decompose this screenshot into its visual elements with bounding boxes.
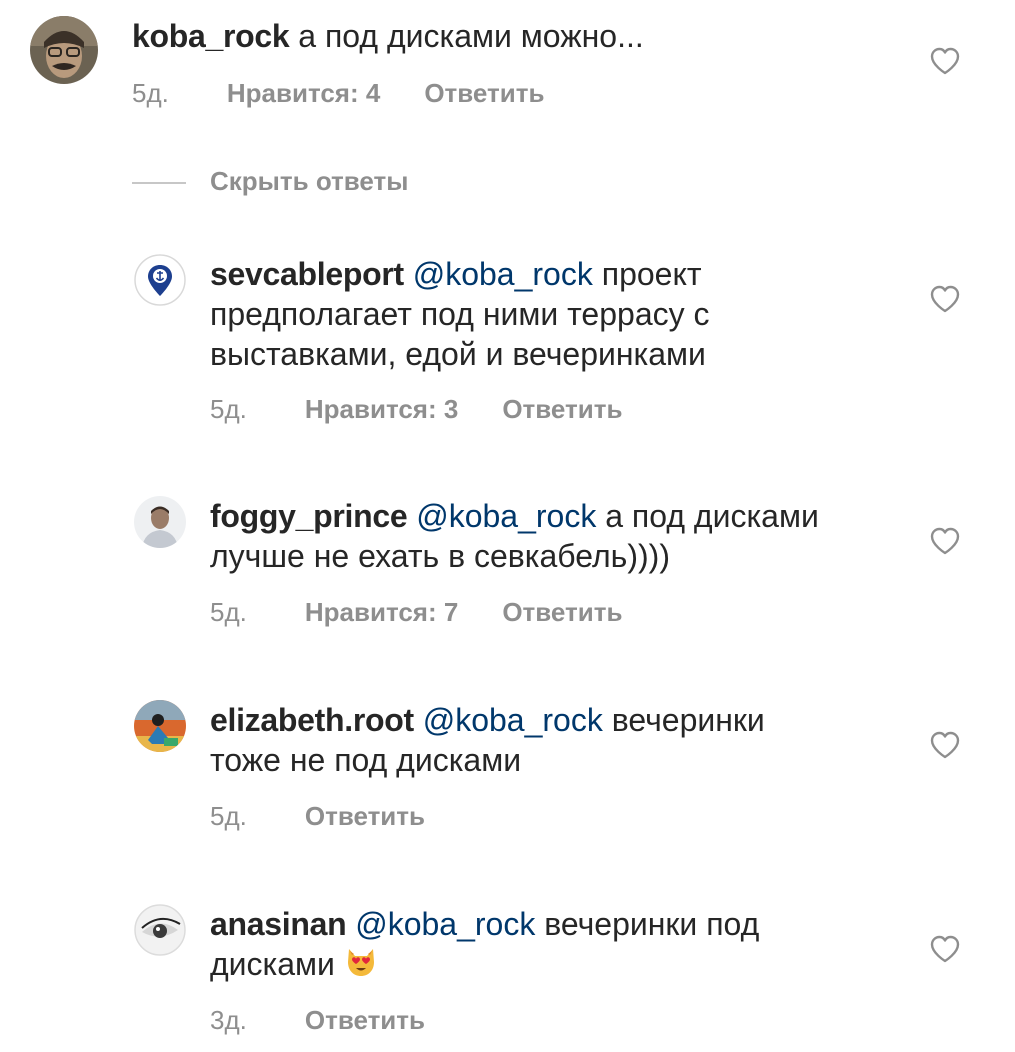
person-avatar-icon — [134, 700, 186, 752]
like-heart-icon[interactable] — [929, 730, 961, 760]
comment-meta: 5д. Нравится: 4 Ответить — [132, 78, 544, 108]
comment-message-line3: выставками, едой и вечеринками — [210, 336, 706, 372]
heart-eyes-cat-emoji — [347, 949, 374, 976]
comment-message-line2: тоже не под дисками — [210, 742, 522, 778]
avatar[interactable] — [134, 904, 186, 956]
timestamp: 5д. — [132, 78, 169, 108]
hide-replies-label[interactable]: Скрыть ответы — [210, 166, 408, 196]
avatar[interactable] — [134, 700, 186, 752]
comment-meta: 5д. Нравится: 3 Ответить — [210, 394, 622, 424]
comment-text: sevcableport @koba_rock проект предполаг… — [210, 254, 710, 374]
reply-button[interactable]: Ответить — [305, 1005, 425, 1035]
avatar[interactable] — [134, 254, 186, 306]
comment-message: а под дисками можно... — [298, 18, 644, 54]
username[interactable]: elizabeth.root — [210, 702, 414, 738]
comment-text: anasinan @koba_rock вечеринки под дискам… — [210, 904, 759, 984]
likes-count[interactable]: Нравится: 7 — [305, 597, 458, 627]
like-heart-icon[interactable] — [929, 934, 961, 964]
mention-link[interactable]: @koba_rock — [416, 498, 596, 534]
reply-button[interactable]: Ответить — [305, 801, 425, 831]
avatar[interactable] — [30, 16, 98, 84]
mention-link[interactable]: @koba_rock — [413, 256, 593, 292]
comment-message-line2: лучше не ехать в севкабель)))) — [210, 538, 670, 574]
comment-text: koba_rock а под дисками можно... — [132, 16, 644, 56]
timestamp: 5д. — [210, 597, 247, 627]
person-avatar-icon — [134, 496, 186, 548]
username[interactable]: sevcableport — [210, 256, 404, 292]
comment-message-line1: а под дисками — [596, 498, 819, 534]
username[interactable]: koba_rock — [132, 18, 290, 54]
person-avatar-icon — [30, 16, 98, 84]
comment-message-line1: проект — [592, 256, 702, 292]
anchor-pin-icon — [134, 254, 186, 306]
divider — [132, 182, 186, 184]
username[interactable]: anasinan — [210, 906, 347, 942]
likes-count[interactable]: Нравится: 3 — [305, 394, 458, 424]
mention-link[interactable]: @koba_rock — [355, 906, 535, 942]
comment-meta: 5д. Нравится: 7 Ответить — [210, 597, 622, 627]
comment-meta: 5д. Ответить — [210, 801, 425, 831]
eye-avatar-icon — [134, 904, 186, 956]
like-heart-icon[interactable] — [929, 46, 961, 76]
avatar[interactable] — [134, 496, 186, 548]
comment-message-line2: дисками — [210, 946, 344, 982]
comment-message-line2: предполагает под ними террасу с — [210, 296, 710, 332]
username[interactable]: foggy_prince — [210, 498, 408, 534]
reply-button[interactable]: Ответить — [502, 597, 622, 627]
timestamp: 5д. — [210, 394, 247, 424]
like-heart-icon[interactable] — [929, 284, 961, 314]
timestamp: 3д. — [210, 1005, 247, 1035]
likes-count[interactable]: Нравится: 4 — [227, 78, 380, 108]
like-heart-icon[interactable] — [929, 526, 961, 556]
comment-text: foggy_prince @koba_rock а под дисками лу… — [210, 496, 819, 576]
reply-button[interactable]: Ответить — [424, 78, 544, 108]
comment-text: elizabeth.root @koba_rock вечеринки тоже… — [210, 700, 765, 780]
comment-message-line1: вечеринки под — [535, 906, 760, 942]
timestamp: 5д. — [210, 801, 247, 831]
reply-button[interactable]: Ответить — [502, 394, 622, 424]
mention-link[interactable]: @koba_rock — [423, 702, 603, 738]
comment-meta: 3д. Ответить — [210, 1005, 425, 1035]
comment-message-line1: вечеринки — [602, 702, 765, 738]
